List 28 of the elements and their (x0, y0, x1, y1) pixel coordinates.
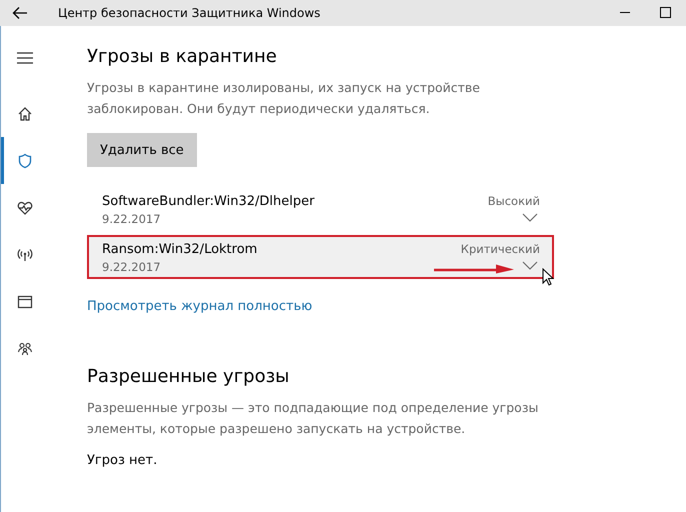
view-history-link[interactable]: Просмотреть журнал полностью (87, 299, 312, 314)
maximize-icon (660, 7, 672, 19)
threat-name: SoftwareBundler:Win32/Dlhelper (102, 194, 314, 209)
people-icon (17, 340, 33, 356)
delete-all-button[interactable]: Удалить все (87, 133, 197, 167)
threat-row[interactable]: SoftwareBundler:Win32/Dlhelper 9.22.2017 Высокий (87, 187, 554, 231)
chevron-down-icon[interactable] (522, 261, 538, 270)
heart-pulse-icon (17, 200, 33, 216)
section-description: Разрешенные угрозы — это подпадающие под определение угрозы элементы, которые разрешено запускать на устройстве. (87, 399, 540, 438)
back-arrow-icon (12, 6, 28, 20)
window-title: Центр безопасности Защитника Windows (58, 6, 322, 20)
section-heading: Разрешенные угрозы (87, 366, 290, 387)
shield-icon (17, 152, 33, 168)
cursor-icon (542, 268, 554, 286)
severity-label: Высокий (488, 194, 540, 208)
window-icon (17, 294, 33, 310)
threat-name: Ransom:Win32/Loktrom (102, 242, 258, 257)
severity-label: Критический (460, 242, 540, 256)
threat-date: 9.22.2017 (102, 260, 162, 274)
home-icon (17, 106, 33, 122)
antenna-icon (17, 246, 33, 262)
empty-message: Угроз нет. (87, 453, 158, 468)
section-description: Угрозы в карантине изолированы, их запуск на устройстве заблокирован. Они будут периодически удаляться. (87, 79, 481, 118)
menu-icon (16, 51, 34, 65)
section-heading: Угрозы в карантине (87, 46, 277, 67)
minimize-icon (620, 12, 632, 14)
threat-date: 9.22.2017 (102, 212, 162, 226)
chevron-down-icon[interactable] (522, 213, 538, 222)
